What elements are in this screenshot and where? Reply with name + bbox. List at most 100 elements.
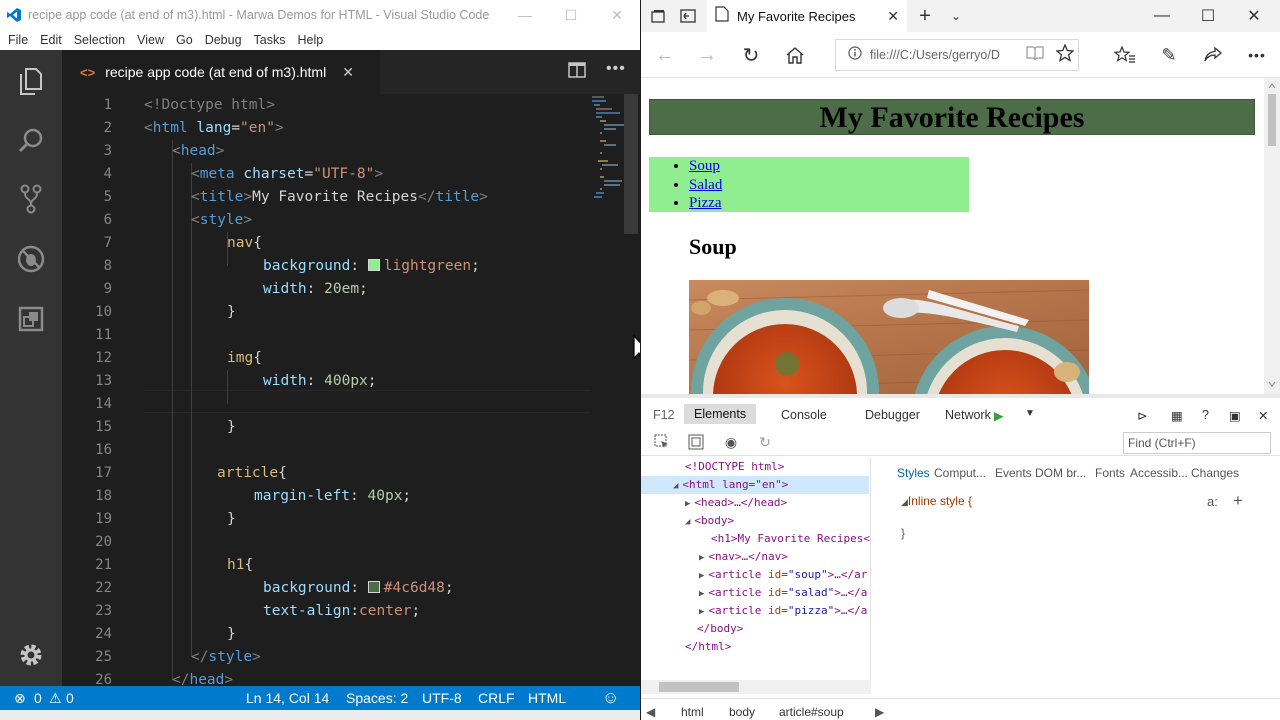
error-count[interactable]: 0 (34, 690, 42, 706)
breadcrumb-article[interactable]: article#soup (779, 705, 844, 719)
dom-node-html-close[interactable]: </html> (685, 640, 731, 653)
tab-console[interactable]: Console (781, 408, 827, 422)
back-icon[interactable]: ← (653, 43, 677, 67)
inline-style-rule[interactable]: ◢Inline style { (901, 494, 972, 508)
feedback-smiley-icon[interactable]: ☺ (602, 688, 619, 708)
close-tab-icon[interactable]: ✕ (887, 8, 899, 25)
search-icon[interactable] (0, 116, 62, 166)
tab-network[interactable]: Network (945, 408, 991, 422)
new-tab-icon[interactable]: + (915, 5, 935, 27)
settings-gear-icon[interactable] (0, 630, 62, 680)
browser-tab-active[interactable]: My Favorite Recipes ✕ (707, 0, 907, 32)
dom-node-html[interactable]: ◢ <html lang="en"> (673, 478, 788, 491)
emulation-icon[interactable]: ▦ (1171, 408, 1183, 423)
dom-node-body[interactable]: ◢ <body> (685, 514, 734, 527)
home-icon[interactable] (783, 43, 807, 67)
dom-node-article-soup[interactable]: ▶ <article id="soup">…</ar (699, 568, 867, 581)
explorer-icon[interactable] (0, 56, 62, 106)
dom-horizontal-scrollbar[interactable] (641, 680, 871, 694)
edge-minimize-icon[interactable]: — (1139, 6, 1185, 26)
debug-icon[interactable] (0, 234, 62, 284)
editor-tab[interactable]: <> recipe app code (at end of m3).html ✕ (62, 50, 380, 94)
settings-more-icon[interactable]: ••• (1245, 43, 1269, 67)
language-mode[interactable]: HTML (528, 690, 566, 706)
refresh-icon[interactable]: ↻ (739, 43, 763, 67)
edge-maximize-icon[interactable]: ☐ (1185, 6, 1231, 26)
reading-view-icon[interactable] (1026, 45, 1044, 66)
devtools-help-icon[interactable]: ? (1202, 408, 1209, 422)
favorites-hub-icon[interactable] (1113, 43, 1137, 67)
console-toggle-icon[interactable]: ⊳ (1137, 408, 1147, 423)
menu-debug[interactable]: Debug (199, 33, 248, 47)
share-icon[interactable] (1201, 43, 1225, 67)
breadcrumb-body[interactable]: body (729, 705, 755, 719)
menu-view[interactable]: View (131, 33, 170, 47)
encoding[interactable]: UTF-8 (422, 690, 462, 706)
menu-file[interactable]: File (2, 33, 34, 47)
web-page-viewport[interactable]: My Favorite Recipes Soup Salad Pizza Sou… (641, 78, 1280, 394)
menu-go[interactable]: Go (170, 33, 199, 47)
tab-list-chevron-icon[interactable]: ⌄ (947, 7, 965, 25)
dom-node-h1[interactable]: <h1>My Favorite Recipes< (711, 532, 870, 545)
more-tools-dropdown-icon[interactable]: ▼ (1025, 408, 1035, 419)
breadcrumb-left-arrow-icon[interactable]: ◀ (646, 705, 655, 719)
dom-node-head[interactable]: ▶ <head>…</head> (685, 496, 787, 509)
close-icon[interactable]: ✕ (594, 0, 640, 30)
extensions-icon[interactable] (0, 294, 62, 344)
dom-node-nav[interactable]: ▶ <nav>…</nav> (699, 550, 788, 563)
dom-node-article-pizza[interactable]: ▶ <article id="pizza">…</a (699, 604, 867, 617)
nav-link-salad[interactable]: Salad (689, 177, 722, 193)
color-swatch-h1[interactable] (367, 581, 380, 593)
source-control-icon[interactable] (0, 174, 62, 224)
nav-link-pizza[interactable]: Pizza (689, 195, 721, 211)
breadcrumb-html[interactable]: html (681, 705, 704, 719)
more-actions-icon[interactable]: ••• (606, 60, 626, 78)
menu-tasks[interactable]: Tasks (248, 33, 292, 47)
url-text[interactable]: file:///C:/Users/gerryo/D (870, 48, 1020, 62)
refresh-dom-icon[interactable]: ↻ (756, 433, 774, 451)
subtab-computed[interactable]: Comput... (934, 466, 986, 480)
edge-close-icon[interactable]: ✕ (1231, 6, 1277, 26)
favorite-star-icon[interactable] (1055, 42, 1075, 67)
subtab-styles[interactable]: Styles (897, 466, 930, 480)
subtab-changes[interactable]: Changes (1191, 466, 1239, 480)
errors-icon[interactable]: ⊗ (14, 690, 26, 707)
code-editor[interactable]: 1 2 3 4 5 6 7 8 9 10 11 12 13 14 15 16 1… (62, 94, 640, 686)
subtab-events[interactable]: Events (995, 466, 1032, 480)
network-record-icon[interactable]: ▶ (994, 408, 1004, 423)
warning-count[interactable]: 0 (66, 690, 74, 706)
add-rule-icon[interactable]: + (1233, 491, 1243, 511)
maximize-icon[interactable]: ☐ (548, 0, 594, 30)
subtab-dom-breakpoints[interactable]: DOM br... (1035, 466, 1086, 480)
tab-debugger[interactable]: Debugger (865, 408, 920, 422)
editor-scrollbar[interactable] (624, 94, 638, 234)
tab-elements[interactable]: Elements (684, 404, 757, 424)
hover-state-toggle[interactable]: a: (1207, 494, 1218, 509)
set-aside-tabs-icon[interactable] (679, 7, 697, 25)
color-swatch-lightgreen[interactable] (367, 259, 380, 271)
breadcrumb-right-arrow-icon[interactable]: ▶ (875, 705, 884, 719)
subtab-accessibility[interactable]: Accessib... (1130, 466, 1188, 480)
address-bar[interactable]: file:///C:/Users/gerryo/D (835, 39, 1079, 71)
dom-tree[interactable]: <!DOCTYPE html> ◢ <html lang="en"> ▶ <head… (641, 458, 871, 688)
forward-icon[interactable]: → (695, 43, 719, 67)
indentation[interactable]: Spaces: 2 (346, 690, 408, 706)
highlight-box-icon[interactable] (687, 433, 705, 451)
nav-link-soup[interactable]: Soup (689, 158, 720, 174)
menu-edit[interactable]: Edit (34, 33, 68, 47)
cursor-position[interactable]: Ln 14, Col 14 (246, 690, 329, 706)
warning-icon[interactable]: ⚠ (49, 690, 62, 707)
menu-help[interactable]: Help (292, 33, 330, 47)
undock-icon[interactable]: ▣ (1229, 408, 1241, 423)
subtab-fonts[interactable]: Fonts (1095, 466, 1125, 480)
find-input[interactable]: Find (Ctrl+F) (1123, 432, 1271, 454)
minimize-icon[interactable]: — (502, 0, 548, 30)
split-editor-icon[interactable] (568, 62, 588, 82)
color-picker-icon[interactable]: ◉ (722, 433, 740, 451)
info-icon[interactable] (848, 45, 862, 65)
line-ending[interactable]: CRLF (478, 690, 515, 706)
web-note-pen-icon[interactable]: ✎ (1157, 43, 1181, 67)
tab-preview-icon[interactable] (649, 7, 667, 25)
select-element-icon[interactable] (653, 433, 671, 451)
dom-node-doctype[interactable]: <!DOCTYPE html> (685, 460, 784, 473)
